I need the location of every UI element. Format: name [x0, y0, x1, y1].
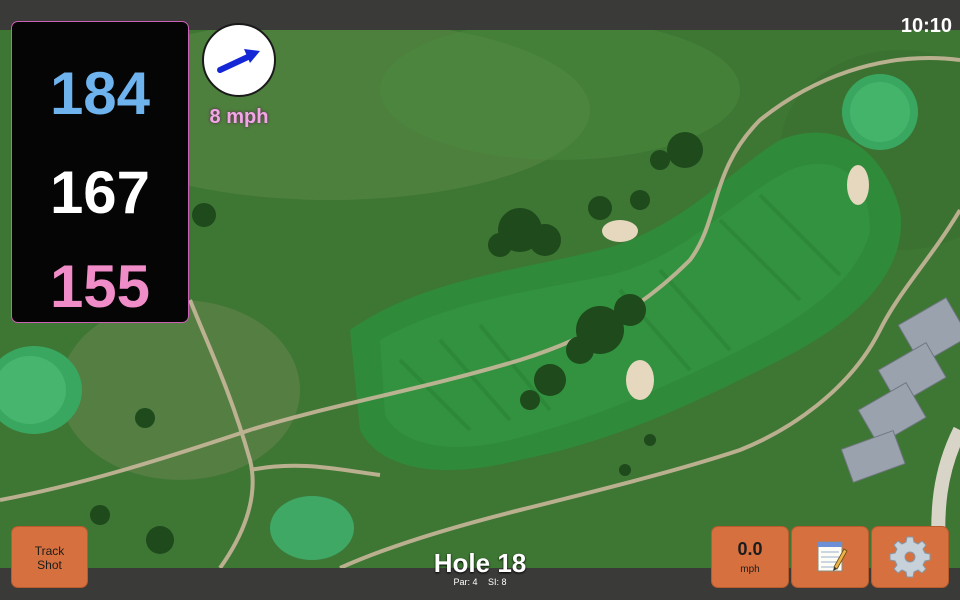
- yardage-panel: 184 167 155: [12, 22, 188, 322]
- hole-par: Par: 4: [453, 577, 478, 587]
- speed-value: 0.0: [737, 539, 763, 559]
- notes-button[interactable]: [792, 527, 868, 587]
- front-distance: 155: [49, 253, 151, 320]
- track-shot-button[interactable]: Track Shot: [12, 527, 87, 587]
- clock: 10:10: [900, 15, 952, 37]
- wind-dial: [202, 23, 276, 97]
- gear-icon: [889, 536, 931, 578]
- notepad-icon: [817, 541, 848, 572]
- speed-button[interactable]: 0.0 mph: [712, 527, 788, 587]
- wind-arrow-icon: [217, 49, 260, 73]
- track-shot-label-line1: Track: [34, 544, 65, 558]
- hole-stroke-index: SI: 8: [488, 577, 507, 587]
- back-distance: 184: [49, 60, 151, 127]
- track-shot-label-line2: Shot: [37, 558, 62, 572]
- hole-details: Par: 4 SI: 8: [380, 577, 580, 587]
- speed-unit: mph: [740, 564, 760, 575]
- wind-speed: 8 mph: [209, 106, 269, 128]
- middle-distance: 167: [49, 159, 151, 226]
- hole-title: Hole 18: [433, 548, 527, 578]
- settings-button[interactable]: [872, 527, 948, 587]
